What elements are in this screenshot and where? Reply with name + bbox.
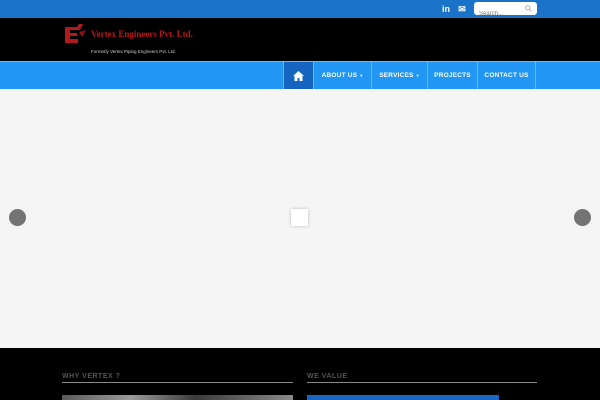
logo-mark-icon <box>65 24 86 43</box>
search-icon[interactable] <box>525 5 532 12</box>
home-icon <box>293 70 304 81</box>
nav-services[interactable]: SERVICES ▼ <box>371 62 427 89</box>
nav-contact-us-label: CONTACT US <box>484 72 529 79</box>
footer-section: WHY VERTEX ? WE VALUE <box>0 348 600 400</box>
slider-next-button[interactable] <box>574 209 591 226</box>
search-box <box>474 2 537 21</box>
company-name: Vertex Engineers Pvt. Ltd. <box>91 29 193 39</box>
top-bar: in ✉ <box>0 0 600 21</box>
we-value-heading: WE VALUE <box>307 373 348 380</box>
why-vertex-heading: WHY VERTEX ? <box>62 373 121 380</box>
we-value-image <box>307 395 499 400</box>
company-subtitle: Formerly Vertex Piping Engineers Pvt. Lt… <box>91 49 176 54</box>
chevron-down-icon: ▼ <box>359 73 364 78</box>
nav-services-label: SERVICES <box>379 72 414 79</box>
hero-slider <box>0 89 600 348</box>
nav-projects[interactable]: PROJECTS <box>427 62 477 89</box>
site-header: Vertex Engineers Pvt. Ltd. Formerly Vert… <box>0 18 600 61</box>
why-vertex-image <box>62 395 293 400</box>
chevron-down-icon: ▼ <box>415 73 420 78</box>
nav-projects-label: PROJECTS <box>434 72 471 79</box>
nav-contact-us[interactable]: CONTACT US <box>477 62 536 89</box>
slider-loading-indicator <box>291 209 308 226</box>
divider <box>62 382 293 383</box>
nav-about-us-label: ABOUT US <box>321 72 358 79</box>
main-nav: ABOUT US ▼ SERVICES ▼ PROJECTS CONTACT U… <box>0 61 600 89</box>
company-logo[interactable]: Vertex Engineers Pvt. Ltd. Formerly Vert… <box>64 24 214 56</box>
divider <box>307 382 537 383</box>
nav-about-us[interactable]: ABOUT US ▼ <box>313 62 371 89</box>
email-icon[interactable]: ✉ <box>456 3 468 15</box>
nav-home[interactable] <box>283 62 313 89</box>
slider-prev-button[interactable] <box>9 209 26 226</box>
linkedin-icon[interactable]: in <box>440 3 452 15</box>
